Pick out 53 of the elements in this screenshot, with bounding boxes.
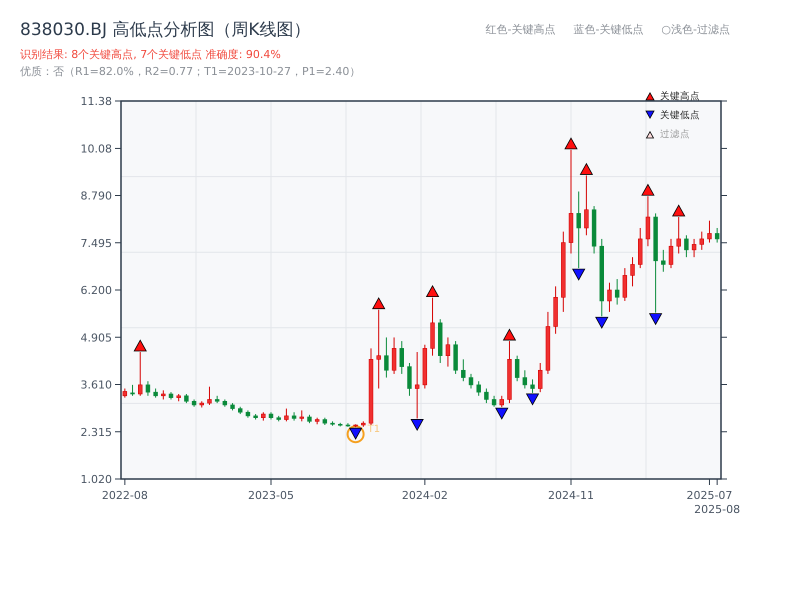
y-axis-label: 10.08 [80,142,112,156]
y-axis-label: 11.38 [80,95,112,108]
t1-label: T1 [368,424,380,436]
t1-ring [346,425,365,444]
candlestick [500,395,504,408]
chart-title: 838030.BJ 高低点分析图（周K线图） [20,19,311,41]
x-axis-label: 2024-11 [548,489,594,502]
legend-label: 关键高点 [660,91,700,102]
down-triangle-icon [645,110,655,120]
low-point-marker [495,408,508,420]
high-point-marker [580,162,594,175]
low-point-marker [648,313,662,326]
legend-note: 蓝色-关键低点 [573,22,644,37]
candlestick [530,378,535,394]
candlestick [414,352,420,419]
high-point-marker [134,339,147,352]
y-axis-label: 2.315 [80,426,112,439]
low-point-marker [595,316,608,329]
candlestick [676,216,681,254]
candlestick [138,352,142,396]
y-axis-label: 6.200 [80,284,112,297]
low-point-marker [348,428,362,440]
y-axis-label: 1.020 [80,473,112,486]
quality-summary: 优质：否（R1=82.0%，R2=0.77；T1=2023-10-27，P1=2.40） [19,64,362,79]
x-axis-label: 2023-05 [248,489,294,502]
x-axis-label: 2024-02 [402,489,448,502]
y-axis-label: 4.905 [80,331,112,344]
x-axis-label: 2025-07 [686,489,732,502]
y-axis-label: 3.610 [80,378,112,392]
legend-label: 过滤点 [660,129,690,140]
high-point-marker [426,285,440,298]
up-triangle-icon [646,130,654,138]
candlestick [376,309,381,390]
candlestick [646,196,650,247]
low-point-marker [410,419,424,432]
candlestick [584,174,589,236]
legend-note: ○浅色-过滤点 [661,22,730,37]
high-point-marker [502,328,516,340]
x-axis-label: 2022-08 [102,489,148,502]
high-point-marker [564,137,578,150]
low-point-marker [572,268,586,281]
legend-note: 红色-关键高点 [485,22,556,37]
legend-label: 关键低点 [660,110,700,121]
y-axis-label: 8.790 [80,190,112,202]
high-point-marker [672,204,686,216]
result-summary: 识别结果: 8个关键高点, 7个关键低点 准确度: 90.4% [19,47,282,62]
high-point-marker [372,297,386,310]
y-axis-label: 7.495 [80,236,112,250]
x-axis-label: 2025-08 [694,503,740,516]
up-triangle-icon [645,92,655,100]
low-point-marker [526,394,540,406]
high-point-marker [641,184,655,196]
candlestick [576,190,581,269]
